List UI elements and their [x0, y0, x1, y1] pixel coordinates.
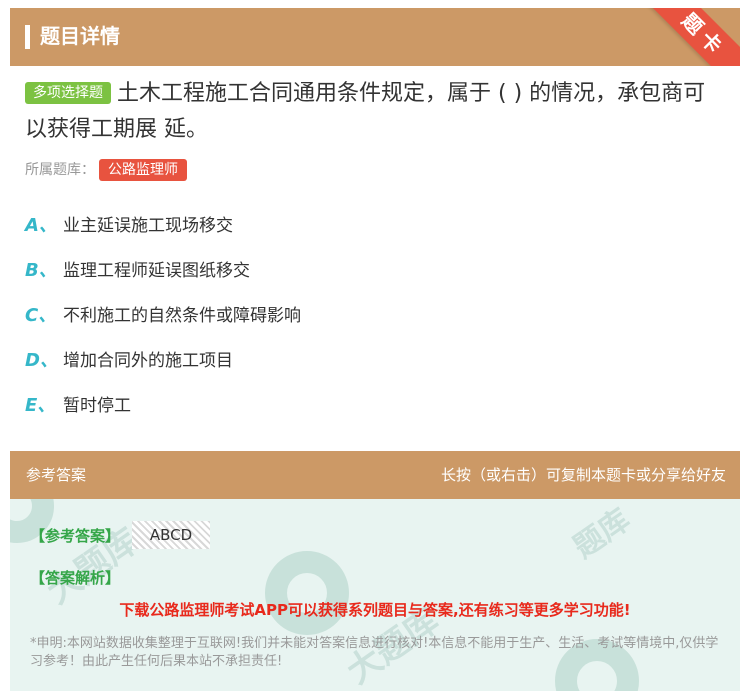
answer-bar-title: 参考答案: [26, 466, 87, 484]
bank-tag[interactable]: 公路监理师: [99, 159, 187, 181]
reference-answer-value: ABCD: [132, 521, 210, 549]
option-b[interactable]: B、 监理工程师延误图纸移交: [25, 253, 725, 298]
question-type-tag: 多项选择题: [25, 82, 111, 104]
option-text: 业主延误施工现场移交: [63, 216, 233, 236]
option-text: 增加合同外的施工项目: [63, 351, 233, 371]
option-letter: B、: [25, 260, 57, 281]
reference-answer-label: 【参考答案】: [30, 527, 121, 545]
options-list: A、 业主延误施工现场移交 B、 监理工程师延误图纸移交 C、 不利施工的自然条件或障…: [25, 208, 725, 433]
page-title: 题目详情: [40, 24, 120, 48]
bank-label: 所属题库：: [25, 162, 95, 178]
watermark-logo: 题库: [567, 502, 637, 566]
header-bar: 题目详情 题卡: [10, 8, 740, 66]
disclaimer-text: *申明:本网站数据收集整理于互联网!我们并未能对答案信息进行核对!本信息不能用于…: [30, 636, 719, 669]
option-text: 监理工程师延误图纸移交: [63, 261, 250, 281]
option-d[interactable]: D、 增加合同外的施工项目: [25, 343, 725, 388]
option-e[interactable]: E、 暂时停工: [25, 388, 725, 433]
option-a[interactable]: A、 业主延误施工现场移交: [25, 208, 725, 253]
option-letter: C、: [25, 305, 57, 326]
option-text: 不利施工的自然条件或障碍影响: [63, 306, 301, 326]
question-stem: 多项选择题 土木工程施工合同通用条件规定，属于 ( ) 的情况，承包商可以获得工期…: [25, 76, 725, 148]
header-accent: [25, 25, 30, 49]
question-text: 土木工程施工合同通用条件规定，属于 ( ) 的情况，承包商可以获得工期展 延。: [25, 81, 706, 142]
question-bank: 所属题库： 公路监理师: [25, 158, 187, 182]
answer-panel: 大题库 大题库 题库 【参考答案】 ABCD 【答案解析】 下载公路监理师考试A…: [10, 499, 740, 691]
option-text: 暂时停工: [63, 396, 131, 416]
question-card-ribbon: 题卡: [642, 8, 740, 66]
option-letter: E、: [25, 395, 56, 416]
option-letter: D、: [25, 350, 58, 371]
answer-bar: 参考答案 长按（或右击）可复制本题卡或分享给好友: [10, 451, 740, 499]
watermark-ring: [265, 551, 349, 635]
analysis-label: 【答案解析】: [30, 569, 121, 587]
share-hint[interactable]: 长按（或右击）可复制本题卡或分享给好友: [441, 451, 726, 499]
download-app-promo[interactable]: 下载公路监理师考试APP可以获得系列题目与答案,还有练习等更多学习功能!: [10, 599, 740, 620]
option-letter: A、: [25, 215, 57, 236]
option-c[interactable]: C、 不利施工的自然条件或障碍影响: [25, 298, 725, 343]
